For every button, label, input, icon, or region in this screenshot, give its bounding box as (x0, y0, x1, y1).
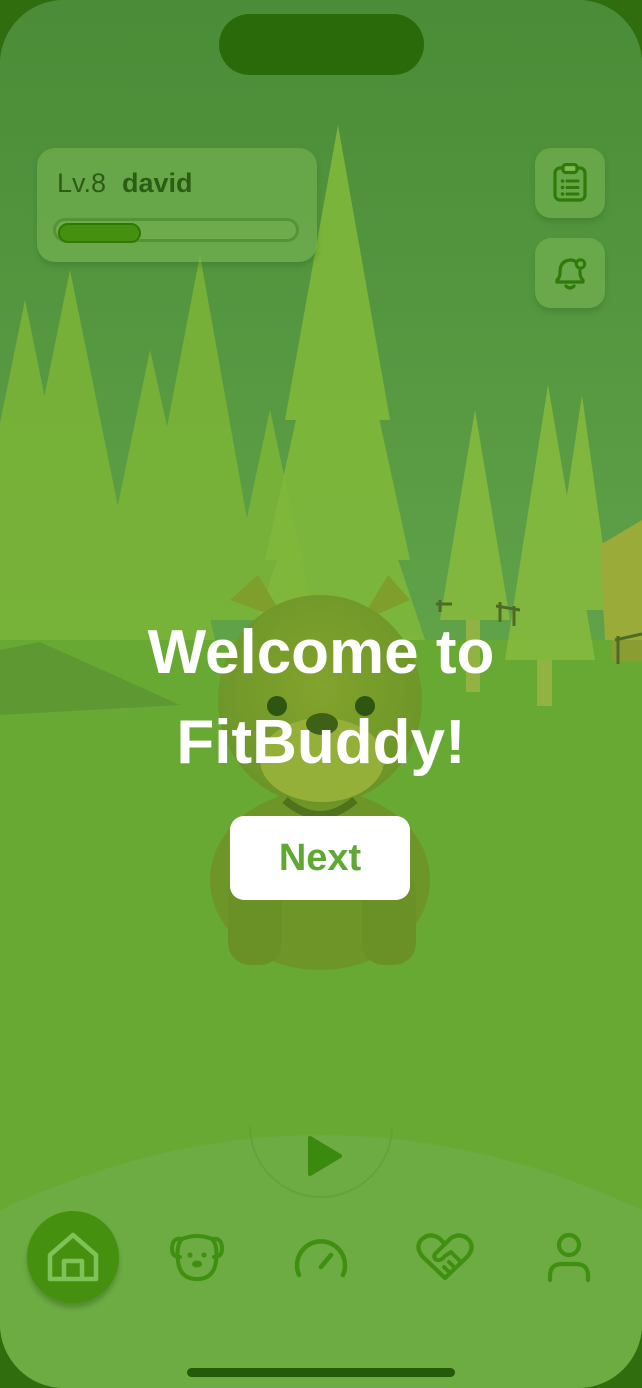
welcome-title-line2: FitBuddy! (176, 708, 466, 777)
tab-pet[interactable] (162, 1222, 232, 1292)
speedometer-icon (294, 1239, 348, 1278)
level-text: Lv.8 david (57, 168, 193, 199)
dynamic-island (219, 14, 424, 75)
tab-activity[interactable] (286, 1222, 356, 1292)
heart-handshake-icon (416, 1233, 474, 1281)
play-icon[interactable] (300, 1130, 348, 1182)
dog-face-icon (169, 1234, 225, 1282)
home-indicator (187, 1368, 455, 1377)
app-screen: Lv.8 david Welcome to FitBuddy! Next (0, 0, 642, 1388)
xp-progress-bar (53, 218, 299, 243)
home-icon (47, 1232, 99, 1282)
welcome-title-line1: Welcome to (147, 618, 495, 687)
welcome-title: Welcome to FitBuddy! (0, 608, 642, 788)
level-label: Lv.8 (57, 168, 107, 198)
level-card[interactable]: Lv.8 david (37, 148, 317, 262)
next-button[interactable]: Next (230, 816, 410, 900)
tab-profile[interactable] (534, 1222, 604, 1292)
notifications-button[interactable] (535, 238, 605, 308)
tasks-button[interactable] (535, 148, 605, 218)
xp-progress-fill (58, 223, 141, 243)
bell-badge-icon (555, 258, 587, 290)
clipboard-list-icon (553, 163, 587, 202)
username: david (122, 168, 193, 198)
user-icon (547, 1232, 591, 1283)
tab-health[interactable] (410, 1222, 480, 1292)
tab-home[interactable] (27, 1211, 119, 1303)
